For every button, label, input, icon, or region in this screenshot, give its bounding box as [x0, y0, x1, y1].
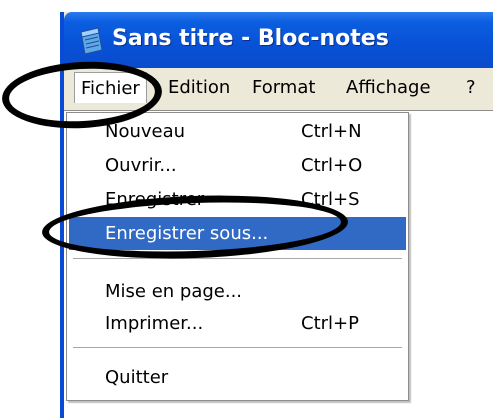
menu-separator: [73, 347, 402, 349]
menu-item-shortcut: Ctrl+N: [301, 121, 362, 142]
menu-format[interactable]: Format: [246, 74, 321, 102]
menu-item-label: Ouvrir...: [105, 155, 177, 176]
menu-item-mise-en-page[interactable]: Mise en page...: [69, 275, 406, 308]
screenshot-stage: Sans titre - Bloc-notes Fichier Edition …: [0, 0, 493, 418]
menu-item-label: Enregistrer sous...: [105, 223, 269, 244]
menu-item-label: Mise en page...: [105, 281, 243, 302]
menu-item-label: Enregistrer: [105, 189, 205, 210]
menu-item-shortcut: Ctrl+S: [301, 189, 360, 210]
title-bar[interactable]: Sans titre - Bloc-notes: [64, 12, 493, 68]
menu-item-enregistrer[interactable]: Enregistrer Ctrl+S: [69, 183, 406, 216]
menu-item-label: Imprimer...: [105, 313, 204, 334]
menu-item-nouveau[interactable]: Nouveau Ctrl+N: [69, 115, 406, 148]
menu-item-label: Quitter: [105, 367, 169, 388]
notepad-icon: [80, 27, 103, 55]
menu-help[interactable]: ?: [460, 74, 482, 102]
menu-item-ouvrir[interactable]: Ouvrir... Ctrl+O: [69, 149, 406, 182]
window-title: Sans titre - Bloc-notes: [112, 26, 389, 51]
menu-edition[interactable]: Edition: [162, 74, 236, 102]
menu-fichier[interactable]: Fichier: [74, 72, 147, 103]
file-menu-dropdown: Nouveau Ctrl+N Ouvrir... Ctrl+O Enregist…: [66, 112, 409, 401]
menu-item-quitter[interactable]: Quitter: [69, 361, 406, 394]
menu-item-shortcut: Ctrl+O: [301, 155, 363, 176]
menu-item-imprimer[interactable]: Imprimer... Ctrl+P: [69, 307, 406, 340]
menu-affichage[interactable]: Affichage: [340, 74, 437, 102]
menu-bar: Fichier Edition Format Affichage ?: [64, 68, 493, 110]
menu-item-label: Nouveau: [105, 121, 186, 142]
menu-item-enregistrer-sous[interactable]: Enregistrer sous...: [69, 217, 406, 250]
menu-separator: [73, 258, 402, 260]
menu-item-shortcut: Ctrl+P: [301, 313, 359, 334]
